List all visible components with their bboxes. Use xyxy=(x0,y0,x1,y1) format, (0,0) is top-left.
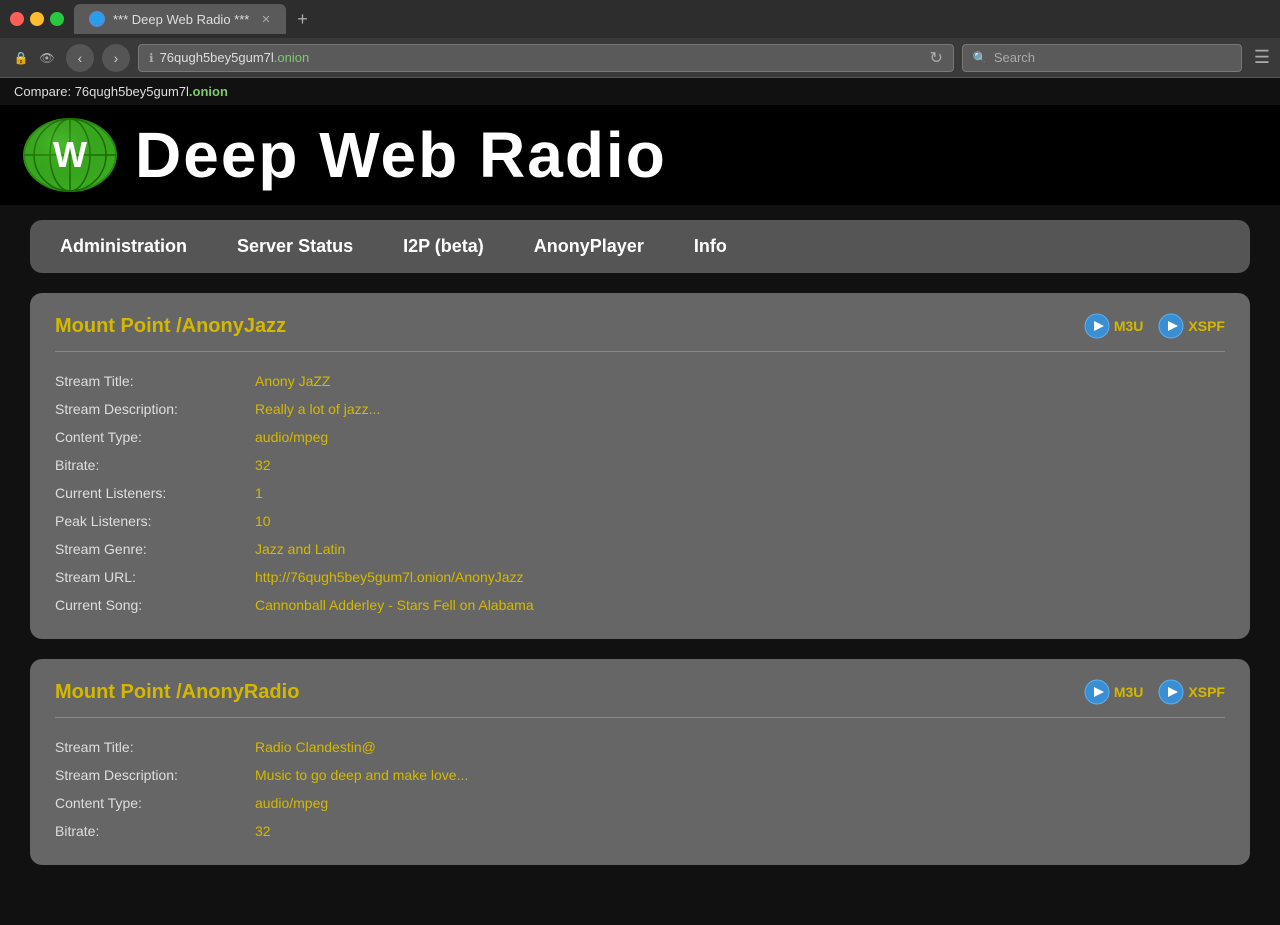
table-row: Stream Title:Anony JaZZ xyxy=(55,367,1225,395)
compare-bar: Compare: 76qugh5bey5gum7l.onion xyxy=(0,78,1280,105)
minimize-window-button[interactable] xyxy=(30,12,44,26)
compare-url-onion: .onion xyxy=(189,84,228,99)
nav-item-anony-player[interactable]: AnonyPlayer xyxy=(534,236,644,257)
active-tab[interactable]: 🌐 *** Deep Web Radio *** ✕ xyxy=(74,4,286,34)
field-label-0-6: Stream Genre: xyxy=(55,535,255,563)
new-tab-button[interactable]: + xyxy=(291,7,315,31)
xspf-link-anony-radio[interactable]: XSPF xyxy=(1158,679,1225,705)
sidebar-icons: 🔒 👁 xyxy=(10,47,58,69)
field-label-1-1: Stream Description: xyxy=(55,761,255,789)
nav-item-i2p-beta[interactable]: I2P (beta) xyxy=(403,236,484,257)
table-row: Content Type:audio/mpeg xyxy=(55,789,1225,817)
field-value-0-1: Really a lot of jazz... xyxy=(255,395,1225,423)
table-row: Stream Description:Music to go deep and … xyxy=(55,761,1225,789)
reload-button[interactable]: ↻ xyxy=(929,48,942,68)
xspf-link-anony-jazz[interactable]: XSPF xyxy=(1158,313,1225,339)
address-text: 76qugh5bey5gum7l.onion xyxy=(160,50,924,65)
field-value-0-8: Cannonball Adderley - Stars Fell on Alab… xyxy=(255,591,1225,619)
mount-cards-container: Mount Point /AnonyJazz M3U XSPF Stream T… xyxy=(0,293,1280,865)
field-value-0-4: 1 xyxy=(255,479,1225,507)
field-label-0-3: Bitrate: xyxy=(55,451,255,479)
back-button[interactable]: ‹ xyxy=(66,44,94,72)
extension-icon-1[interactable]: 🔒 xyxy=(10,47,32,69)
field-label-0-1: Stream Description: xyxy=(55,395,255,423)
field-value-1-0: Radio Clandestin@ xyxy=(255,733,1225,761)
table-row: Bitrate:32 xyxy=(55,451,1225,479)
search-placeholder: Search xyxy=(994,50,1035,65)
search-bar[interactable]: 🔍 Search xyxy=(962,44,1242,72)
field-value-0-2: audio/mpeg xyxy=(255,423,1225,451)
maximize-window-button[interactable] xyxy=(50,12,64,26)
tab-title: *** Deep Web Radio *** xyxy=(113,12,249,27)
nav-item-info[interactable]: Info xyxy=(694,236,727,257)
field-value-0-7: http://76qugh5bey5gum7l.onion/AnonyJazz xyxy=(255,563,1225,591)
tab-favicon: 🌐 xyxy=(89,11,105,27)
field-value-0-0: Anony JaZZ xyxy=(255,367,1225,395)
nav-item-server-status[interactable]: Server Status xyxy=(237,236,353,257)
page-content: Compare: 76qugh5bey5gum7l.onion xyxy=(0,78,1280,925)
table-row: Bitrate:32 xyxy=(55,817,1225,845)
address-bar[interactable]: ℹ 76qugh5bey5gum7l.onion ↻ xyxy=(138,44,954,72)
browser-window: 🌐 *** Deep Web Radio *** ✕ + 🔒 👁 ‹ › ℹ 7… xyxy=(0,0,1280,925)
m3u-label-anony-jazz: M3U xyxy=(1114,318,1144,334)
table-row: Stream Description:Really a lot of jazz.… xyxy=(55,395,1225,423)
field-label-0-7: Stream URL: xyxy=(55,563,255,591)
field-label-1-2: Content Type: xyxy=(55,789,255,817)
field-label-0-8: Current Song: xyxy=(55,591,255,619)
compare-url-plain: 76qugh5bey5gum7l xyxy=(75,84,189,99)
browser-menu-button[interactable]: ☰ xyxy=(1254,47,1270,68)
xspf-label-anony-jazz: XSPF xyxy=(1188,318,1225,334)
logo-svg: W xyxy=(20,115,120,195)
field-value-1-3: 32 xyxy=(255,817,1225,845)
site-logo: W xyxy=(20,115,120,195)
field-label-0-0: Stream Title: xyxy=(55,367,255,395)
table-row: Stream URL:http://76qugh5bey5gum7l.onion… xyxy=(55,563,1225,591)
field-label-0-5: Peak Listeners: xyxy=(55,507,255,535)
mount-title-anony-jazz: Mount Point /AnonyJazz xyxy=(55,315,286,338)
field-label-0-2: Content Type: xyxy=(55,423,255,451)
forward-button[interactable]: › xyxy=(102,44,130,72)
table-row: Stream Title:Radio Clandestin@ xyxy=(55,733,1225,761)
tab-close-button[interactable]: ✕ xyxy=(261,13,270,26)
table-row: Current Listeners:1 xyxy=(55,479,1225,507)
m3u-link-anony-radio[interactable]: M3U xyxy=(1084,679,1144,705)
m3u-label-anony-radio: M3U xyxy=(1114,684,1144,700)
table-row: Peak Listeners:10 xyxy=(55,507,1225,535)
field-label-0-4: Current Listeners: xyxy=(55,479,255,507)
info-icon: ℹ xyxy=(149,51,154,65)
field-value-0-5: 10 xyxy=(255,507,1225,535)
field-label-1-3: Bitrate: xyxy=(55,817,255,845)
traffic-lights xyxy=(10,12,64,26)
site-header: W Deep Web Radio xyxy=(0,105,1280,205)
table-row: Current Song:Cannonball Adderley - Stars… xyxy=(55,591,1225,619)
compare-label: Compare: xyxy=(14,84,71,99)
stream-url-link-anony-jazz[interactable]: http://76qugh5bey5gum7l.onion/AnonyJazz xyxy=(255,569,524,585)
table-row: Content Type:audio/mpeg xyxy=(55,423,1225,451)
site-title: Deep Web Radio xyxy=(135,118,667,192)
navigation-bar: Administration Server Status I2P (beta) … xyxy=(30,220,1250,273)
tab-bar: 🌐 *** Deep Web Radio *** ✕ + xyxy=(74,4,1270,34)
extension-icon-2[interactable]: 👁 xyxy=(36,47,58,69)
m3u-link-anony-jazz[interactable]: M3U xyxy=(1084,313,1144,339)
field-value-1-1: Music to go deep and make love... xyxy=(255,761,1225,789)
browser-titlebar: 🌐 *** Deep Web Radio *** ✕ + xyxy=(0,0,1280,38)
field-value-0-3: 32 xyxy=(255,451,1225,479)
field-value-0-6: Jazz and Latin xyxy=(255,535,1225,563)
mount-title-anony-radio: Mount Point /AnonyRadio xyxy=(55,681,299,704)
table-row: Stream Genre:Jazz and Latin xyxy=(55,535,1225,563)
mount-card-anony-radio: Mount Point /AnonyRadio M3U XSPF Stream … xyxy=(30,659,1250,865)
search-icon: 🔍 xyxy=(973,51,988,65)
nav-item-administration[interactable]: Administration xyxy=(60,236,187,257)
mount-card-anony-jazz: Mount Point /AnonyJazz M3U XSPF Stream T… xyxy=(30,293,1250,639)
close-window-button[interactable] xyxy=(10,12,24,26)
browser-toolbar: 🔒 👁 ‹ › ℹ 76qugh5bey5gum7l.onion ↻ 🔍 Sea… xyxy=(0,38,1280,78)
svg-text:W: W xyxy=(53,134,87,175)
field-label-1-0: Stream Title: xyxy=(55,733,255,761)
field-value-1-2: audio/mpeg xyxy=(255,789,1225,817)
xspf-label-anony-radio: XSPF xyxy=(1188,684,1225,700)
